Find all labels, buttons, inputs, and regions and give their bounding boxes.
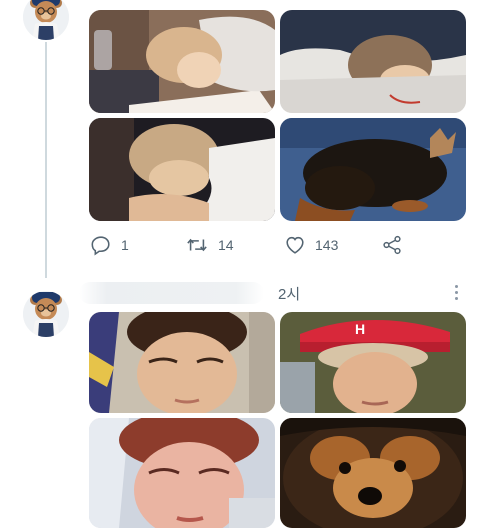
retweet-button[interactable]: 14	[185, 232, 234, 258]
media-photo[interactable]	[280, 418, 466, 528]
media-grid	[89, 10, 466, 221]
reply-count: 1	[121, 237, 129, 253]
media-photo[interactable]	[89, 118, 275, 221]
share-button[interactable]	[381, 232, 403, 258]
author-avatar[interactable]	[23, 291, 69, 337]
media-photo[interactable]	[89, 312, 275, 413]
media-photo[interactable]: H	[280, 312, 466, 413]
author-name-redacted	[79, 282, 264, 304]
share-icon	[383, 235, 401, 255]
more-icon	[454, 290, 458, 294]
reply-button[interactable]: 1	[90, 232, 129, 258]
more-icon	[454, 296, 458, 300]
reply-icon	[91, 236, 110, 256]
more-options-button[interactable]	[449, 282, 463, 302]
tweet-timestamp[interactable]: 2시	[278, 283, 300, 304]
media-photo[interactable]	[89, 10, 275, 113]
tweet-action-bar: 1 14 143	[89, 232, 419, 258]
thread-connector-line	[45, 42, 47, 278]
like-button[interactable]: 143	[284, 232, 338, 258]
author-avatar[interactable]	[23, 0, 69, 40]
media-photo[interactable]	[280, 10, 466, 113]
retweet-count: 14	[218, 237, 234, 253]
media-photo[interactable]	[89, 418, 275, 528]
media-grid: H	[89, 312, 466, 528]
like-count: 143	[315, 237, 339, 253]
svg-text:H: H	[355, 321, 365, 337]
media-photo[interactable]	[280, 118, 466, 221]
retweet-icon	[187, 238, 207, 252]
like-icon	[286, 236, 304, 254]
more-icon	[454, 284, 458, 288]
